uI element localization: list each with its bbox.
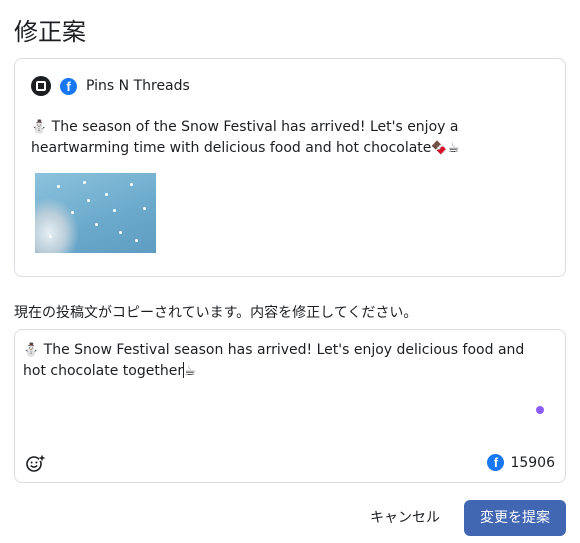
spool-logo-icon (31, 76, 51, 96)
account-header: f Pins N Threads (31, 75, 190, 97)
chocolate-cocoa-emoji: 🍫☕ (431, 141, 460, 156)
suggest-edit-dialog: 修正案 f Pins N Threads ⛄ The season of the… (0, 0, 580, 543)
post-editor[interactable]: ⛄ The Snow Festival season has arrived! … (14, 329, 566, 483)
cancel-button[interactable]: キャンセル (359, 500, 451, 536)
post-body: The season of the Snow Festival has arri… (31, 119, 459, 156)
character-count: f 15906 (487, 454, 555, 471)
status-dot (536, 406, 544, 414)
editor-textarea[interactable]: ⛄ The Snow Festival season has arrived! … (23, 340, 543, 382)
smiley-plus-icon[interactable] (25, 454, 45, 474)
count-value: 15906 (510, 454, 555, 471)
post-image-thumbnail[interactable] (35, 173, 156, 253)
snowman-emoji: ⛄ (23, 343, 40, 358)
account-name: Pins N Threads (86, 78, 190, 94)
snowman-emoji: ⛄ (31, 120, 48, 135)
cocoa-emoji: ☕ (184, 364, 196, 379)
original-post-text: ⛄ The season of the Snow Festival has ar… (31, 117, 556, 159)
page-title: 修正案 (14, 18, 86, 46)
submit-suggestion-button[interactable]: 変更を提案 (464, 500, 566, 536)
facebook-icon: f (60, 77, 77, 95)
editor-body: The Snow Festival season has arrived! Le… (23, 342, 525, 379)
instruction-text: 現在の投稿文がコピーされています。内容を修正してください。 (14, 305, 418, 321)
facebook-icon: f (487, 454, 505, 471)
original-post-card: f Pins N Threads ⛄ The season of the Sno… (14, 58, 566, 277)
